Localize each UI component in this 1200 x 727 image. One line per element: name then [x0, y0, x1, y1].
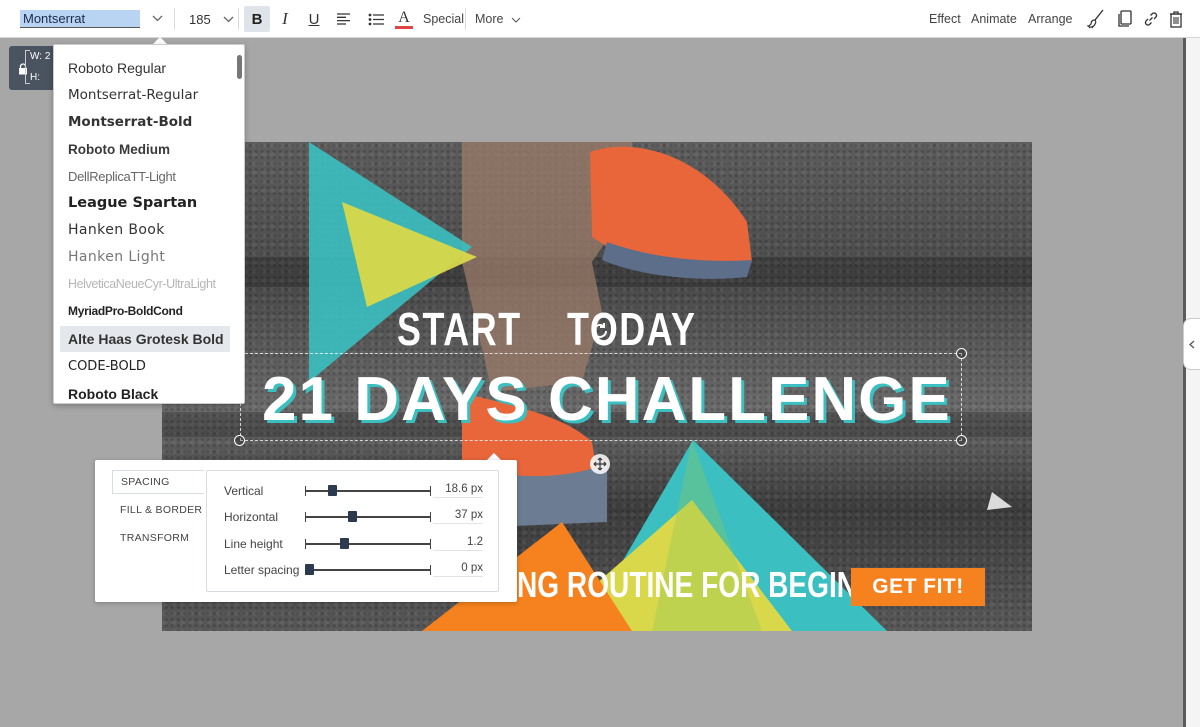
italic-button[interactable]: I [273, 6, 297, 32]
tab-spacing[interactable]: SPACING [112, 470, 204, 494]
copy-icon[interactable] [1113, 6, 1137, 32]
horizontal-label: Horizontal [224, 510, 279, 524]
link-icon[interactable] [1139, 6, 1163, 32]
animate-menu[interactable]: Animate [971, 0, 1017, 38]
resize-handle[interactable] [956, 348, 967, 359]
letter-spacing-slider[interactable] [305, 564, 431, 575]
font-family-dropdown[interactable]: Roboto Regular Montserrat-Regular Montse… [53, 44, 245, 404]
vertical-label: Vertical [224, 484, 264, 498]
line-height-row: Line height 1.2 [207, 533, 500, 555]
collapse-chevron-icon[interactable] [1183, 318, 1200, 370]
width-label: W: 2 [30, 51, 51, 62]
line-height-label: Line height [224, 537, 283, 551]
brush-icon[interactable] [1084, 6, 1108, 32]
effect-menu[interactable]: Effect [929, 0, 961, 38]
text-color-swatch [395, 25, 413, 29]
selection-box[interactable] [240, 353, 962, 441]
vertical-scrollbar[interactable] [1183, 38, 1186, 727]
bold-button[interactable]: B [244, 6, 270, 32]
top-toolbar: Montserrat 185 B I U A Special More Effe… [0, 0, 1200, 38]
slider-thumb[interactable] [340, 538, 350, 549]
vertical-spacing-row: Vertical 18.6 px [207, 480, 500, 502]
font-option[interactable]: Hanken Light [60, 244, 230, 270]
underline-button[interactable]: U [302, 6, 326, 32]
letter-spacing-value[interactable]: 0 px [433, 562, 483, 577]
chevron-down-icon[interactable] [223, 12, 234, 26]
spacing-panel: SPACING FILL & BORDER TRANSFORM Vertical… [95, 460, 517, 602]
font-option[interactable]: League Spartan [60, 190, 230, 216]
height-label: H: [30, 72, 40, 83]
toolbar-divider [465, 8, 466, 30]
text-color-letter: A [398, 8, 410, 26]
paper-scrap-shape [987, 492, 1012, 510]
toolbar-divider [174, 8, 175, 30]
width-value[interactable]: 2 [45, 51, 51, 62]
slider-thumb[interactable] [328, 485, 338, 496]
font-option[interactable]: CODE-BOLD [60, 353, 230, 379]
text-color-icon[interactable]: A [392, 6, 416, 32]
tab-fill-border[interactable]: FILL & BORDER [112, 498, 204, 522]
chevron-down-icon[interactable] [152, 13, 163, 25]
letter-spacing-row: Letter spacing 0 px [207, 559, 500, 581]
font-option[interactable]: Montserrat-Regular [60, 82, 230, 108]
font-size-value[interactable]: 185 [189, 12, 211, 27]
font-option[interactable]: HelveticaNeueCyr-UltraLight [60, 271, 230, 297]
slider-thumb[interactable] [348, 511, 358, 522]
font-option[interactable]: Montserrat-Bold [60, 109, 230, 135]
font-option[interactable]: DellReplicaTT-Light [60, 163, 230, 189]
font-family-select[interactable]: Montserrat [20, 0, 172, 38]
headline-today[interactable]: TODAY [567, 302, 696, 356]
more-label: More [475, 12, 504, 26]
font-size-select[interactable]: 185 [189, 0, 234, 38]
font-option[interactable]: Hanken Book [60, 217, 230, 243]
link-bracket [25, 50, 30, 84]
arrange-menu[interactable]: Arrange [1028, 0, 1072, 38]
move-icon[interactable] [590, 454, 610, 474]
horizontal-slider[interactable] [305, 511, 431, 522]
dimensions-box[interactable]: W: 2 H: [9, 46, 59, 90]
special-menu[interactable]: Special [423, 0, 464, 38]
font-option[interactable]: Roboto Regular [60, 55, 230, 81]
horizontal-spacing-row: Horizontal 37 px [207, 506, 500, 528]
rotate-icon[interactable] [589, 320, 611, 342]
resize-handle[interactable] [956, 435, 967, 446]
font-option-selected[interactable]: Alte Haas Grotesk Bold [60, 326, 230, 352]
resize-handle[interactable] [234, 435, 245, 446]
font-option[interactable]: Roboto Medium [60, 136, 230, 162]
toolbar-divider [238, 8, 239, 30]
vertical-slider[interactable] [305, 485, 431, 496]
headline-start[interactable]: START [397, 302, 522, 356]
trash-icon[interactable] [1164, 6, 1188, 32]
list-icon[interactable] [364, 6, 388, 32]
font-option[interactable]: Roboto Black [60, 381, 230, 403]
letter-spacing-label: Letter spacing [224, 563, 300, 577]
horizontal-value[interactable]: 37 px [433, 509, 483, 524]
line-height-value[interactable]: 1.2 [433, 536, 483, 551]
tab-transform[interactable]: TRANSFORM [112, 526, 204, 550]
dropdown-scrollbar[interactable] [237, 55, 242, 79]
more-menu[interactable]: More [475, 0, 521, 38]
vertical-value[interactable]: 18.6 px [433, 483, 483, 498]
step-shadow [162, 257, 1032, 287]
spacing-controls: Vertical 18.6 px Horizontal 37 px Line h… [206, 470, 499, 592]
align-icon[interactable] [331, 6, 355, 32]
slider-thumb[interactable] [305, 564, 314, 575]
font-option[interactable]: MyriadPro-BoldCond [60, 298, 230, 324]
chevron-down-icon[interactable] [511, 12, 521, 26]
line-height-slider[interactable] [305, 538, 431, 549]
font-family-value[interactable]: Montserrat [20, 10, 140, 28]
get-fit-button[interactable]: GET FIT! [851, 568, 985, 606]
